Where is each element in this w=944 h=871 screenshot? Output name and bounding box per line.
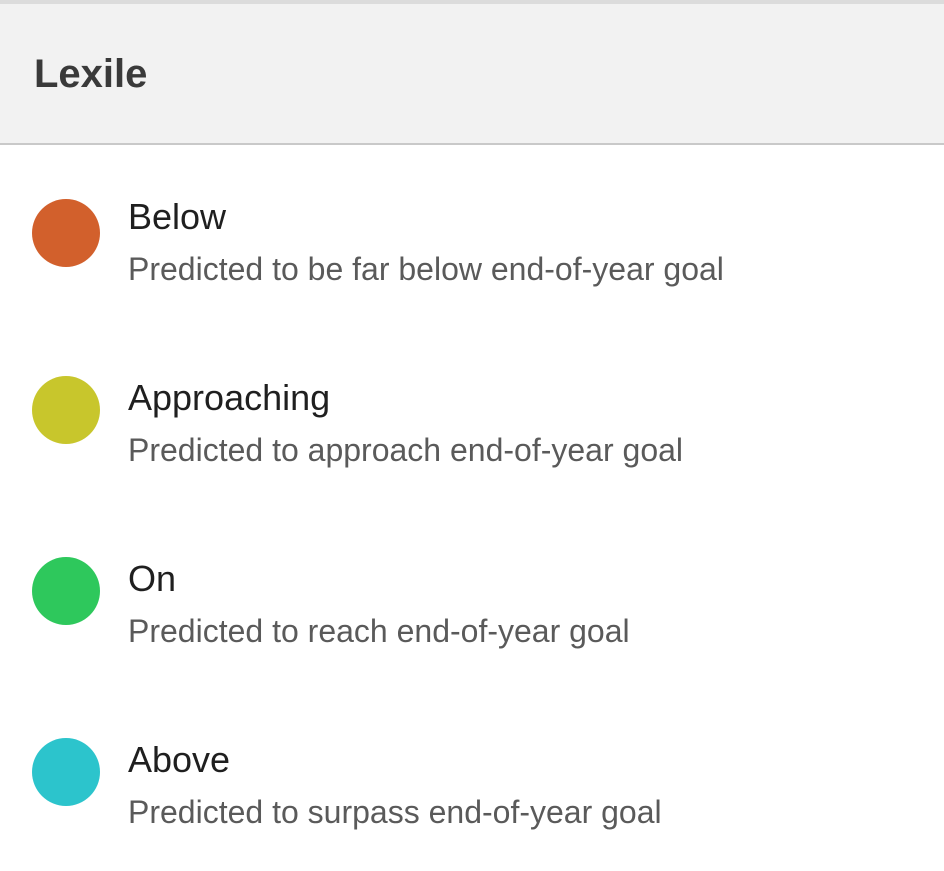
legend-item-label: On bbox=[128, 558, 177, 599]
status-dot-icon bbox=[32, 738, 100, 806]
status-dot-icon bbox=[32, 199, 100, 267]
legend-item-description: Predicted to approach end-of-year goal bbox=[128, 432, 684, 468]
status-dot-icon bbox=[32, 557, 100, 625]
lexile-legend-panel: Lexile Below Predicted to be far below e… bbox=[0, 0, 944, 871]
legend-item-above: Above Predicted to surpass end-of-year g… bbox=[0, 734, 944, 871]
legend-item-label: Below bbox=[128, 196, 227, 237]
legend-item-approaching: Approaching Predicted to approach end-of… bbox=[0, 372, 944, 522]
panel-title: Lexile bbox=[34, 52, 148, 96]
legend-item-label: Above bbox=[128, 739, 231, 780]
legend-item-below: Below Predicted to be far below end-of-y… bbox=[0, 191, 944, 341]
legend-item-description: Predicted to be far below end-of-year go… bbox=[128, 251, 724, 287]
status-dot-icon bbox=[32, 376, 100, 444]
legend-item-on: On Predicted to reach end-of-year goal bbox=[0, 553, 944, 703]
legend-item-description: Predicted to surpass end-of-year goal bbox=[128, 794, 662, 830]
legend-item-description: Predicted to reach end-of-year goal bbox=[128, 613, 630, 649]
panel-header: Lexile bbox=[0, 4, 944, 145]
legend-item-label: Approaching bbox=[128, 377, 331, 418]
